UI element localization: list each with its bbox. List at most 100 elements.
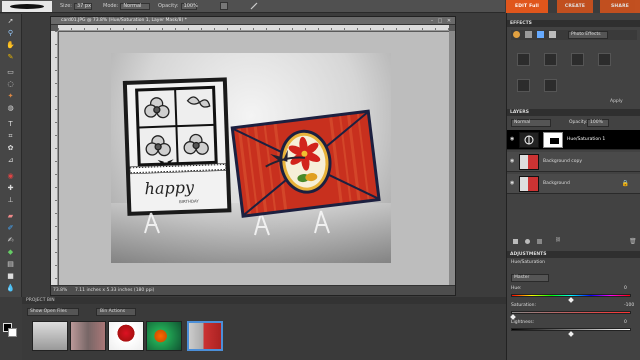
- red-eye-tool-icon[interactable]: ◉: [6, 172, 15, 181]
- paint-bucket-tool-icon[interactable]: ◆: [6, 248, 15, 257]
- eraser-tool-icon[interactable]: ▰: [6, 212, 15, 221]
- zoom-readout[interactable]: 73.8%: [53, 288, 67, 293]
- layer-mask-thumbnail[interactable]: [543, 132, 563, 148]
- background-color-swatch[interactable]: [8, 328, 17, 337]
- crop-tool-icon[interactable]: ⌗: [6, 132, 15, 141]
- svg-text:BIRTHDAY: BIRTHDAY: [179, 198, 199, 204]
- vertical-ruler: [51, 31, 58, 285]
- effects-panel-header[interactable]: EFFECTS: [507, 20, 640, 27]
- bin-actions-menu[interactable]: Bin Actions: [96, 308, 136, 316]
- blend-mode-select[interactable]: Normal: [511, 119, 551, 127]
- cookie-cutter-tool-icon[interactable]: ✿: [6, 144, 15, 153]
- quick-selection-tool-icon[interactable]: ◍: [6, 104, 15, 113]
- clone-stamp-tool-icon[interactable]: ⊥: [6, 196, 15, 205]
- lightness-value[interactable]: 0: [624, 320, 627, 325]
- channel-select[interactable]: Master: [511, 274, 549, 282]
- new-layer-icon[interactable]: [513, 239, 518, 244]
- effect-thumbnail[interactable]: [544, 79, 557, 92]
- marquee-tool-icon[interactable]: ▭: [6, 68, 15, 77]
- toolbox: ➚ ⚲ ✋ ✎ ▭ ◌ ✦ ◍ T ⌗ ✿ ⊿ ◉ ✚ ⊥ ▰ ✐ ✍ ◆ ▤ …: [0, 14, 22, 297]
- horizontal-ruler: [58, 25, 449, 31]
- saturation-value[interactable]: -100: [624, 303, 634, 308]
- eye-icon[interactable]: ◉: [510, 137, 515, 142]
- layer-row-hue-saturation[interactable]: ◉ Hue/Saturation 1: [507, 130, 640, 150]
- effect-thumbnail[interactable]: [544, 53, 557, 66]
- adjustments-panel-header[interactable]: ADJUSTMENTS: [507, 251, 640, 258]
- panel-bin: EFFECTS Photo Effects Apply LAYERS Norma…: [506, 13, 640, 360]
- edit-mode-button[interactable]: EDIT Full: [506, 0, 548, 13]
- layers-footer-toolbar: ⛓ 🗑: [511, 238, 637, 246]
- filters-icon[interactable]: [513, 31, 520, 38]
- airbrush-icon[interactable]: [220, 2, 228, 10]
- saturation-slider-knob[interactable]: [510, 314, 516, 320]
- lightness-label: Lightness:: [511, 320, 535, 325]
- vertical-scrollbar[interactable]: [449, 31, 455, 285]
- effects-category-select[interactable]: Photo Effects: [568, 31, 608, 39]
- layer-row-background-copy[interactable]: ◉ Background copy: [507, 152, 640, 172]
- layer-thumbnail: [519, 154, 539, 170]
- saturation-slider[interactable]: [511, 311, 631, 314]
- layers-panel-header[interactable]: LAYERS: [507, 109, 640, 116]
- bin-thumbnail-flower-butterfly[interactable]: [146, 321, 182, 351]
- close-icon[interactable]: ✕: [446, 18, 452, 24]
- brush-preview[interactable]: [2, 1, 52, 12]
- tablet-pressure-icon[interactable]: [250, 2, 258, 10]
- effect-thumbnail[interactable]: [598, 53, 611, 66]
- show-files-select[interactable]: Show Open Files: [27, 308, 79, 316]
- type-tool-icon[interactable]: T: [6, 120, 15, 129]
- effect-thumbnail[interactable]: [571, 53, 584, 66]
- project-bin-header[interactable]: PROJECT BIN: [22, 297, 506, 304]
- effects-apply-button[interactable]: Apply: [610, 99, 623, 104]
- opacity-option: Opacity: 100%: [158, 2, 198, 10]
- link-layers-icon[interactable]: ⛓: [555, 238, 561, 243]
- photo-effects-icon[interactable]: [537, 31, 544, 38]
- lightness-slider-knob[interactable]: [568, 331, 574, 337]
- gradient-tool-icon[interactable]: ▤: [6, 260, 15, 269]
- layer-styles-icon[interactable]: [525, 31, 532, 38]
- smart-brush-tool-icon[interactable]: ✍: [6, 236, 15, 245]
- share-mode-button[interactable]: SHARE: [600, 0, 640, 13]
- opacity-field[interactable]: 100%: [180, 2, 198, 10]
- layer-row-background[interactable]: ◉ Background 🔒: [507, 174, 640, 194]
- zoom-tool-icon[interactable]: ⚲: [6, 29, 15, 38]
- magic-wand-tool-icon[interactable]: ✦: [6, 92, 15, 101]
- minimize-icon[interactable]: –: [429, 18, 435, 24]
- photo-image: happy BIRTHDAY: [111, 53, 391, 263]
- eye-icon[interactable]: ◉: [510, 159, 515, 164]
- document-titlebar[interactable]: card01.JPG @ 73.8% (Hue/Saturation 1, La…: [51, 17, 455, 25]
- bin-thumbnail-friends[interactable]: [70, 321, 106, 351]
- eyedropper-tool-icon[interactable]: ✎: [6, 53, 15, 62]
- layer-name: Hue/Saturation 1: [567, 137, 606, 142]
- document-info: 7.11 inches x 5.33 inches (180 ppi): [75, 288, 155, 293]
- adjustment-subtitle: Hue/Saturation: [511, 260, 545, 265]
- bin-thumbnail-cardinal[interactable]: [108, 321, 144, 351]
- effect-thumbnail[interactable]: [517, 53, 530, 66]
- straighten-tool-icon[interactable]: ⊿: [6, 156, 15, 165]
- all-effects-icon[interactable]: [549, 31, 556, 38]
- move-tool-icon[interactable]: ➚: [6, 17, 15, 26]
- hue-slider-knob[interactable]: [568, 297, 574, 303]
- lock-icon: 🔒: [621, 180, 629, 187]
- spot-healing-tool-icon[interactable]: ✚: [6, 184, 15, 193]
- layer-mask-icon[interactable]: [537, 239, 542, 244]
- shape-tool-icon[interactable]: ■: [6, 272, 15, 281]
- mode-label: Mode:: [103, 3, 119, 9]
- lasso-tool-icon[interactable]: ◌: [6, 80, 15, 89]
- hue-label: Hue:: [511, 286, 522, 291]
- create-mode-button[interactable]: CREATE: [557, 0, 593, 13]
- bin-thumbnail-card[interactable]: [187, 321, 223, 351]
- layer-opacity-field[interactable]: 100%: [587, 119, 609, 127]
- maximize-icon[interactable]: □: [437, 18, 443, 24]
- delete-layer-icon[interactable]: 🗑: [629, 238, 637, 245]
- tool-options-bar: Size: 37 px Mode: Normal Opacity: 100%: [0, 0, 505, 13]
- new-adjustment-layer-icon[interactable]: [525, 239, 530, 244]
- blur-tool-icon[interactable]: 💧: [6, 284, 15, 293]
- effect-thumbnail[interactable]: [517, 79, 530, 92]
- mode-select[interactable]: Normal: [120, 2, 151, 10]
- eye-icon[interactable]: ◉: [510, 181, 515, 186]
- size-field[interactable]: 37 px: [73, 2, 92, 10]
- brush-tool-icon[interactable]: ✐: [6, 224, 15, 233]
- hue-value[interactable]: 0: [624, 286, 627, 291]
- hand-tool-icon[interactable]: ✋: [6, 41, 15, 50]
- bin-thumbnail-portrait[interactable]: [32, 321, 68, 351]
